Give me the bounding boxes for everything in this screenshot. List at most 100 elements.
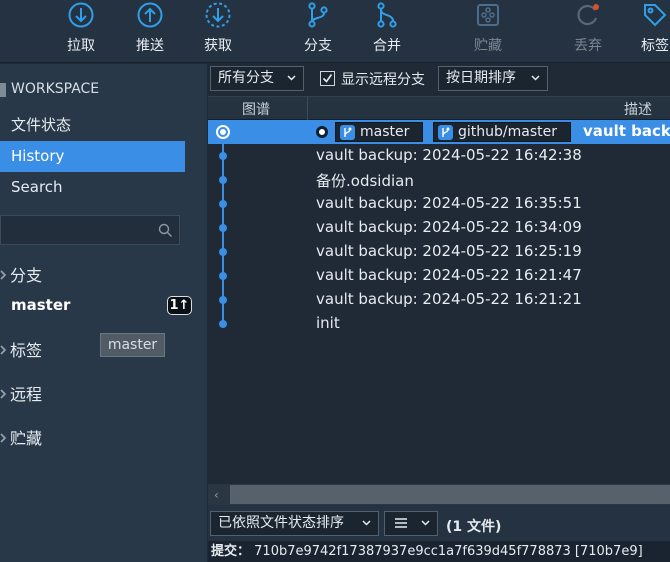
description-column-header[interactable]: 描述 [624, 99, 652, 119]
commit-row[interactable]: init [208, 312, 670, 336]
commit-row[interactable]: vault backup: 2024-05-22 16:25:19 [208, 240, 670, 264]
history-panel: 所有分支 显示远程分支 按日期排序 图谱 描述 master github/ma… [208, 64, 670, 562]
remote-ref-tag[interactable]: github/master [433, 122, 571, 142]
push-icon [137, 2, 163, 28]
workspace-marker [0, 83, 6, 97]
sort-order-select[interactable]: 按日期排序 [438, 66, 548, 91]
commit-row[interactable]: vault backup: 2024-05-22 16:34:09 [208, 216, 670, 240]
tag-icon [644, 4, 667, 27]
graph-node [219, 224, 227, 232]
column-divider[interactable] [307, 97, 308, 121]
stashes-section[interactable]: 贮藏 [0, 425, 42, 449]
commit-row[interactable]: 备份.odsidian [208, 168, 670, 192]
graph-column-header[interactable]: 图谱 [242, 99, 270, 119]
remote-ref-label: github/master [458, 124, 557, 140]
search-icon [158, 223, 172, 237]
branch-filter-select[interactable]: 所有分支 [210, 66, 304, 91]
fetch-button[interactable]: 获取 [199, 0, 237, 63]
graph-node-head [216, 125, 230, 139]
branch-icon [438, 125, 453, 140]
branch-button[interactable]: 分支 [299, 0, 337, 63]
discard-button[interactable]: 丢弃 [569, 0, 607, 63]
sidebar-search-input[interactable] [0, 215, 180, 245]
merge-label: 合并 [373, 38, 401, 54]
stashes-section-label: 贮藏 [10, 429, 43, 448]
graph-node [219, 176, 227, 184]
fetch-label: 获取 [204, 38, 232, 54]
graph-node [219, 272, 227, 280]
files-count: (1 文件) [446, 519, 502, 535]
graph-node [219, 248, 227, 256]
chevron-down-icon [362, 520, 371, 526]
view-mode-select[interactable] [384, 511, 438, 536]
commit-row[interactable]: vault backup: 2024-05-22 16:21:47 [208, 264, 670, 288]
branch-filter-value: 所有分支 [218, 70, 274, 86]
commit-label: 提交： [211, 544, 251, 559]
workspace-header-label: WORKSPACE [11, 81, 100, 97]
commit-hash: 710b7e9742f17387937e9cc1a7f639d45f778873… [254, 544, 643, 559]
column-header: 图谱 描述 [208, 96, 670, 121]
commit-row[interactable]: vault backup: 2024-05-22 16:42:38 [208, 144, 670, 168]
show-remote-checkbox[interactable] [320, 71, 335, 86]
tag-label: 标签 [641, 38, 669, 54]
sidebar: WORKSPACE 文件状态 History Search 分支 master … [0, 64, 207, 562]
commit-message: 备份.odsidian [316, 172, 414, 190]
discard-label: 丢弃 [574, 38, 602, 54]
graph-node [219, 320, 227, 328]
chevron-right-icon [0, 389, 7, 399]
tags-section[interactable]: 标签 [0, 337, 42, 361]
graph-node [219, 152, 227, 160]
chevron-down-icon [421, 520, 430, 526]
tag-button[interactable]: 标签 [636, 0, 670, 63]
tags-section-label: 标签 [10, 341, 43, 360]
branch-icon [308, 2, 328, 28]
remotes-section-label: 远程 [10, 385, 43, 404]
commit-row[interactable]: vault backup: 2024-05-22 16:21:21 [208, 288, 670, 312]
branch-ref-label: master [360, 124, 410, 140]
branch-icon [340, 125, 355, 140]
drag-tooltip: master [100, 333, 165, 357]
commit-message: vault backup: 2024-05-22 16:21:21 [316, 290, 582, 308]
commit-message: vault backup: 2024-05-22 16:34:09 [316, 218, 582, 236]
commit-row[interactable]: master github/master vault backup [208, 120, 670, 144]
list-icon [395, 518, 407, 528]
pull-button[interactable]: 拉取 [62, 0, 100, 63]
sort-order-value: 按日期排序 [446, 70, 516, 86]
commit-message: vault backup [583, 122, 670, 140]
scrollbar-thumb[interactable] [230, 485, 670, 504]
sidebar-item-history[interactable]: History [0, 141, 185, 172]
pull-label: 拉取 [67, 38, 95, 54]
branch-label: 分支 [304, 38, 332, 54]
commit-message: vault backup: 2024-05-22 16:25:19 [316, 242, 582, 260]
commit-status-line: 提交： 710b7e9742f17387937e9cc1a7f639d45f77… [208, 541, 670, 562]
commit-message: vault backup: 2024-05-22 16:21:47 [316, 266, 582, 284]
push-button[interactable]: 推送 [131, 0, 169, 63]
sidebar-item-search[interactable]: Search [0, 172, 185, 203]
branches-section[interactable]: 分支 [0, 262, 42, 286]
show-remote-label: 显示远程分支 [341, 72, 425, 88]
remotes-section[interactable]: 远程 [0, 381, 42, 405]
head-indicator-icon [316, 126, 328, 138]
branch-item-master[interactable]: master [11, 296, 70, 314]
chevron-right-icon [0, 270, 7, 280]
horizontal-scrollbar[interactable]: ‹ [208, 484, 670, 505]
stash-icon [477, 4, 499, 26]
merge-icon [377, 2, 397, 28]
sidebar-item-file-status[interactable]: 文件状态 [0, 110, 185, 141]
merge-button[interactable]: 合并 [368, 0, 406, 63]
graph-node [219, 296, 227, 304]
fetch-icon [205, 2, 231, 28]
chevron-right-icon [0, 433, 7, 443]
pull-icon [68, 2, 94, 28]
scroll-left-icon[interactable]: ‹ [214, 488, 219, 502]
graph-node [219, 200, 227, 208]
branches-section-label: 分支 [10, 266, 43, 285]
file-sort-select[interactable]: 已依照文件状态排序 [210, 511, 379, 536]
chevron-down-icon [531, 75, 540, 81]
toolbar: 拉取 推送 获取 分支 合并 贮藏 丢弃 标签 [0, 0, 670, 63]
branch-ref-tag[interactable]: master [335, 122, 423, 142]
filter-bar: 所有分支 显示远程分支 按日期排序 [208, 64, 670, 96]
stash-button[interactable]: 贮藏 [469, 0, 507, 63]
commit-row[interactable]: vault backup: 2024-05-22 16:35:51 [208, 192, 670, 216]
file-list-bar: 已依照文件状态排序 (1 文件) [208, 505, 670, 541]
